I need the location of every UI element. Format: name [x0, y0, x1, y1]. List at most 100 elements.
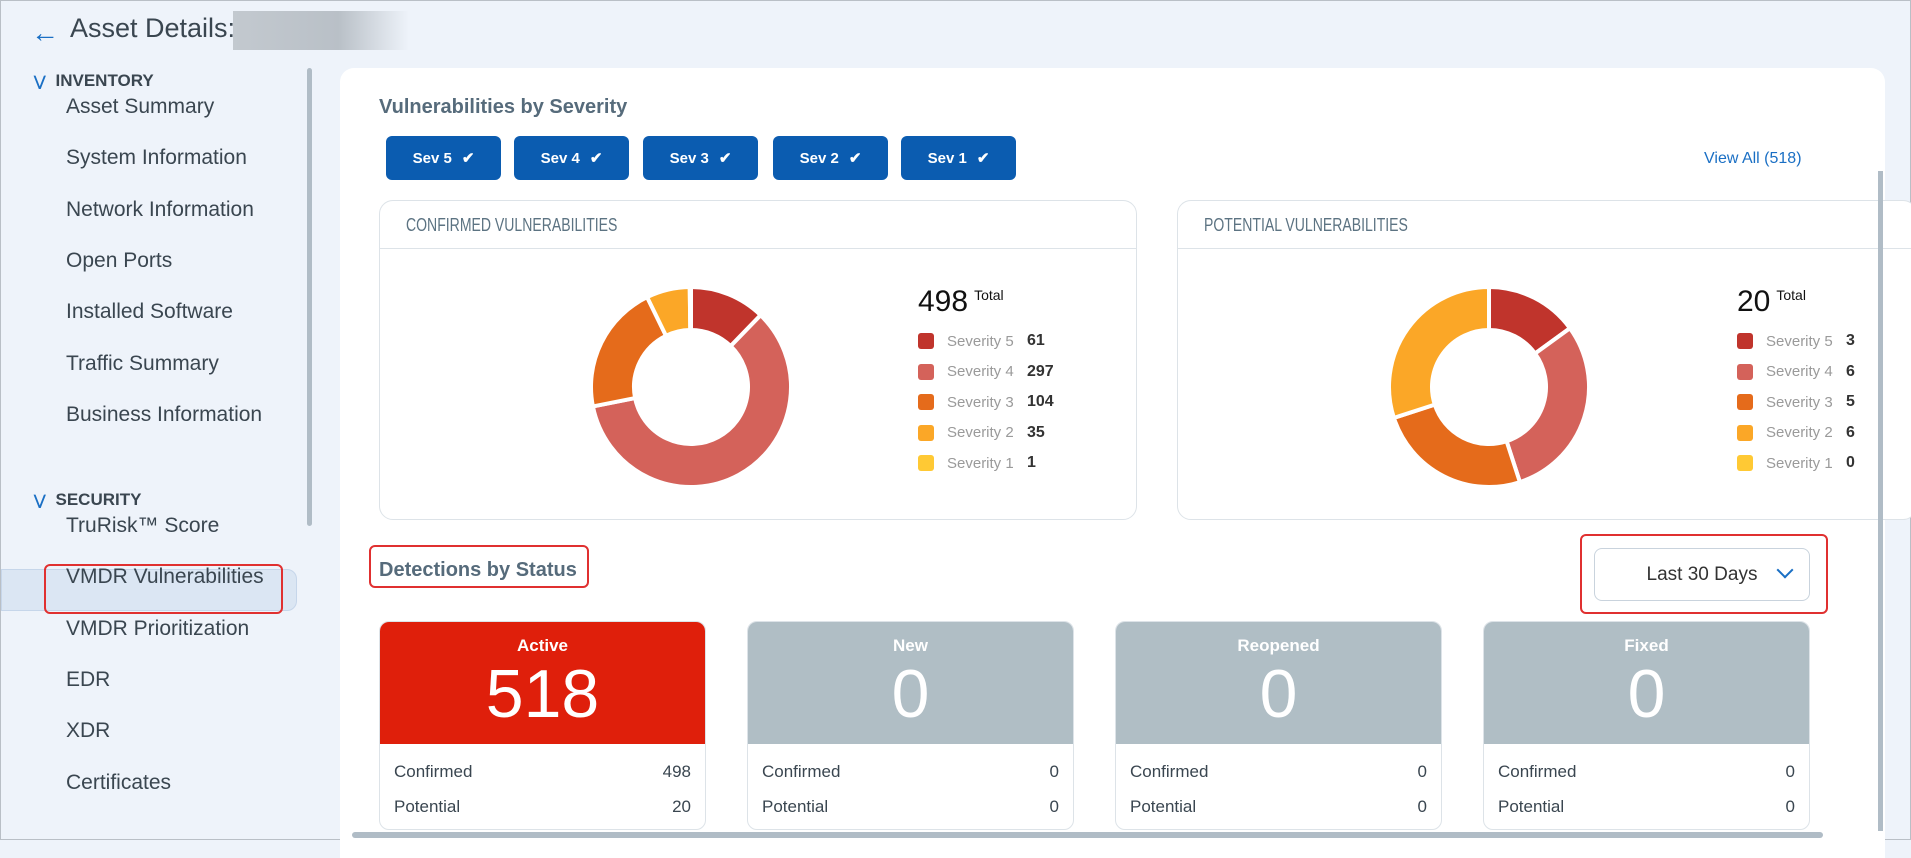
- legend-item[interactable]: Severity 2 35: [918, 423, 1045, 443]
- sidebar-item[interactable]: VMDR Prioritization: [66, 617, 249, 641]
- legend-label: Severity 4: [1766, 363, 1833, 381]
- legend-label: Severity 1: [1766, 454, 1833, 472]
- check-icon: ✔: [461, 150, 475, 167]
- severity-section-title: Vulnerabilities by Severity: [379, 96, 628, 118]
- legend-item[interactable]: Severity 1 1: [918, 453, 1036, 473]
- sidebar-item[interactable]: TruRisk™ Score: [66, 514, 219, 538]
- legend-label: Severity 2: [947, 424, 1014, 442]
- legend-item[interactable]: Severity 4 6: [1737, 362, 1855, 382]
- detections-section-title: Detections by Status: [379, 559, 577, 581]
- sev-filter-button[interactable]: Sev 3 ✔: [643, 136, 758, 180]
- potential-label: Potential: [762, 797, 829, 816]
- potential-vulnerabilities-card: POTENTIAL VULNERABILITIES 20 Total Severit…: [1177, 200, 1911, 520]
- sidebar-scrollbar[interactable]: [307, 68, 312, 526]
- legend-item[interactable]: Severity 5 3: [1737, 331, 1855, 351]
- legend-item[interactable]: Severity 2 6: [1737, 423, 1855, 443]
- legend-item[interactable]: Severity 4 297: [918, 362, 1054, 382]
- sidebar-item[interactable]: Business Information: [66, 403, 262, 427]
- confirmed-vulnerabilities-card: CONFIRMED VULNERABILITIES 498 Total Severi…: [379, 200, 1137, 520]
- sidebar-item[interactable]: XDR: [66, 719, 110, 743]
- legend-swatch: [1737, 363, 1753, 380]
- legend-item[interactable]: Severity 5 61: [918, 331, 1045, 351]
- filter-label: Sev 3: [669, 149, 709, 167]
- confirmed-label: Confirmed: [394, 762, 473, 781]
- confirmed-label: Confirmed: [762, 762, 841, 781]
- double-chevron-down-icon: ⋁: [34, 73, 46, 89]
- confirmed-label: Confirmed: [1498, 762, 1577, 781]
- legend-value: 104: [1027, 393, 1054, 411]
- confirmed-value: 498: [662, 762, 691, 781]
- legend-label: Severity 5: [1766, 332, 1833, 350]
- sev-filter-button[interactable]: Sev 4 ✔: [514, 136, 629, 180]
- legend-label: Severity 1: [947, 454, 1014, 472]
- sidebar-item[interactable]: Open Ports: [66, 249, 172, 273]
- sidebar-item[interactable]: Installed Software: [66, 300, 233, 324]
- check-icon: ✔: [718, 150, 732, 167]
- sev-filter-button[interactable]: Sev 5 ✔: [386, 136, 501, 180]
- check-icon: ✔: [589, 150, 603, 167]
- confirmed-value: 0: [1049, 762, 1059, 781]
- potential-value: 20: [672, 797, 691, 816]
- sev-filter-button[interactable]: Sev 2 ✔: [773, 136, 888, 180]
- legend-item[interactable]: Severity 3 104: [918, 392, 1054, 412]
- legend-value: 0: [1846, 454, 1855, 472]
- sidebar-item[interactable]: Traffic Summary: [66, 352, 219, 376]
- total-label: Total: [1776, 287, 1806, 303]
- check-icon: ✔: [976, 150, 990, 167]
- filter-label: Sev 2: [799, 149, 839, 167]
- filter-label: Sev 5: [412, 149, 452, 167]
- date-range-dropdown[interactable]: Last 30 Days: [1594, 548, 1810, 601]
- sidebar-item[interactable]: Asset Summary: [66, 95, 214, 119]
- section-security[interactable]: ⋁ SECURITY: [34, 490, 141, 510]
- status-label: New: [893, 636, 928, 655]
- section-inventory[interactable]: ⋁ INVENTORY: [34, 71, 154, 91]
- legend-label: Severity 4: [947, 363, 1014, 381]
- chevron-down-icon: [1776, 561, 1794, 579]
- potential-label: Potential: [394, 797, 461, 816]
- sidebar-item[interactable]: EDR: [66, 668, 110, 692]
- vertical-scrollbar[interactable]: [1878, 171, 1883, 831]
- status-card-active[interactable]: Active 518 Confirmed 498 Potential 20: [379, 621, 706, 830]
- legend-swatch: [1737, 333, 1753, 349]
- legend-value: 3: [1846, 332, 1855, 349]
- status-card-new[interactable]: New 0 Confirmed 0 Potential 0: [747, 621, 1074, 830]
- check-icon: ✔: [848, 150, 862, 167]
- legend-value: 6: [1846, 362, 1855, 380]
- status-label: Reopened: [1237, 636, 1320, 655]
- legend-label: Severity 5: [947, 332, 1014, 350]
- potential-value: 0: [1417, 797, 1427, 816]
- status-label: Fixed: [1624, 636, 1669, 655]
- redacted-asset-name: [233, 11, 409, 50]
- donut-slice-severity-1[interactable]: [687, 284, 693, 333]
- legend-swatch: [1737, 424, 1753, 441]
- double-chevron-down-icon: ⋁: [34, 492, 46, 508]
- potential-label: Potential: [1498, 797, 1565, 816]
- sidebar-item[interactable]: Certificates: [66, 771, 171, 795]
- sev-filter-button[interactable]: Sev 1 ✔: [901, 136, 1016, 180]
- status-count: 518: [485, 656, 600, 732]
- legend-value: 35: [1027, 423, 1045, 441]
- horizontal-scrollbar[interactable]: [352, 832, 1823, 838]
- sidebar-item[interactable]: Network Information: [66, 198, 254, 222]
- legend-label: Severity 2: [1766, 424, 1833, 442]
- page-title: Asset Details:: [70, 13, 236, 43]
- filter-label: Sev 4: [540, 149, 580, 167]
- donut-slice-severity-2[interactable]: [1387, 284, 1491, 421]
- donut-slice-severity-4[interactable]: [1504, 325, 1591, 485]
- section-label: INVENTORY: [55, 71, 154, 90]
- back-arrow-icon[interactable]: ←: [31, 17, 59, 49]
- status-card-reopened[interactable]: Reopened 0 Confirmed 0 Potential 0: [1115, 621, 1442, 830]
- status-card-fixed[interactable]: Fixed 0 Confirmed 0 Potential 0: [1483, 621, 1810, 830]
- section-label: SECURITY: [55, 490, 142, 509]
- sidebar-item[interactable]: VMDR Vulnerabilities: [66, 565, 264, 589]
- potential-value: 0: [1785, 797, 1795, 816]
- legend-value: 297: [1027, 362, 1054, 380]
- legend-item[interactable]: Severity 3 5: [1737, 392, 1855, 412]
- legend-item[interactable]: Severity 1 0: [1737, 453, 1855, 473]
- legend-label: Severity 3: [1766, 393, 1833, 411]
- donut-slice-severity-3[interactable]: [1391, 402, 1523, 489]
- status-count: 0: [1259, 656, 1298, 732]
- sidebar-item[interactable]: System Information: [66, 146, 247, 170]
- legend-swatch: [918, 424, 934, 441]
- view-all-link[interactable]: View All (518): [1704, 150, 1802, 168]
